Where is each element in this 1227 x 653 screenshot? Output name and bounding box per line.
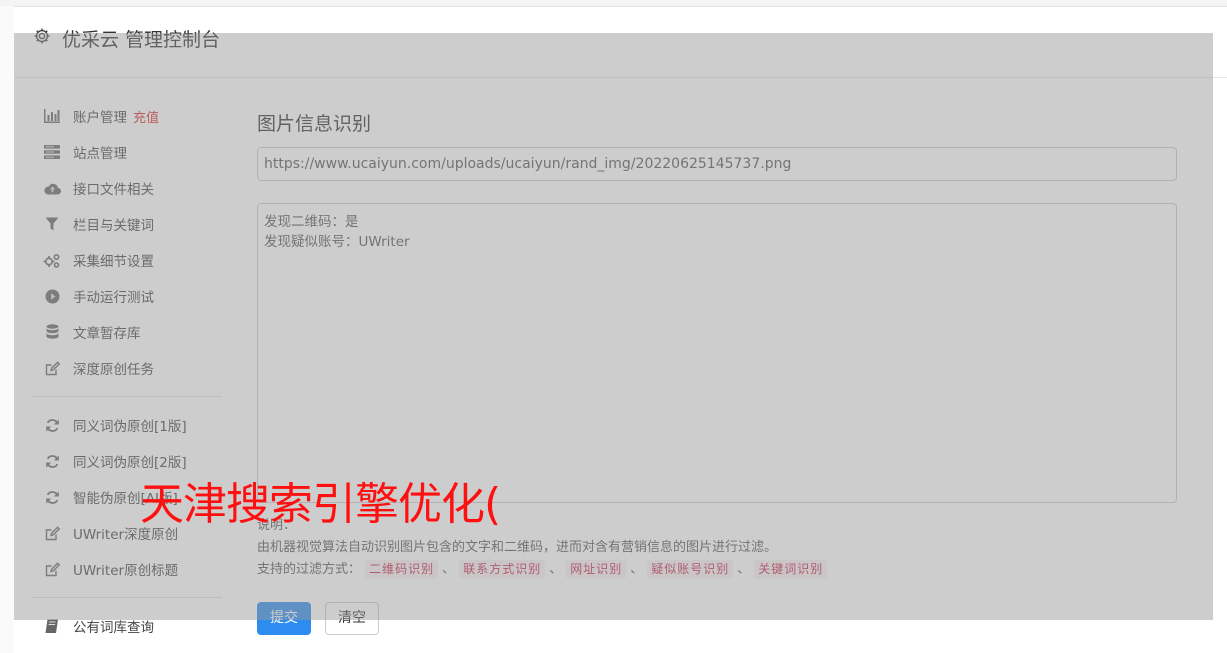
edit-icon [43, 560, 61, 578]
filter-tag-qrcode: 二维码识别 [365, 560, 439, 579]
play-circle-icon [43, 287, 61, 305]
sidebar-item-article-storage[interactable]: 文章暂存库 [30, 318, 225, 346]
sidebar-item-label: 采集细节设置 [73, 254, 154, 270]
sidebar-item-synonym-v1[interactable]: 同义词伪原创[1版] [30, 411, 225, 439]
refresh-icon [43, 452, 61, 470]
sidebar-item-columns-keywords[interactable]: 栏目与关键词 [30, 210, 225, 238]
sidebar-item-label: 同义词伪原创[1版] [73, 419, 187, 435]
sidebar-item-label: 公有词库查询 [73, 620, 154, 636]
filter-methods-label: 支持的过滤方式： [257, 562, 362, 577]
cloud-upload-icon [43, 179, 61, 197]
sidebar-item-label: 栏目与关键词 [73, 218, 154, 234]
sidebar-item-manual-test[interactable]: 手动运行测试 [30, 282, 225, 310]
filter-icon [43, 215, 61, 233]
sidebar-item-label: 手动运行测试 [73, 290, 154, 306]
edit-icon [43, 524, 61, 542]
sidebar-item-label: 接口文件相关 [73, 182, 154, 198]
sidebar-item-label: 账户管理 [73, 110, 127, 126]
refresh-icon [43, 488, 61, 506]
server-icon [43, 143, 61, 161]
sidebar-item-label: 文章暂存库 [73, 326, 141, 342]
separator: 、 [442, 562, 456, 577]
clear-button[interactable]: 清空 [325, 602, 379, 635]
sidebar-item-public-lexicon[interactable]: 公有词库查询 [30, 612, 225, 640]
sidebar-item-deep-original-task[interactable]: 深度原创任务 [30, 354, 225, 382]
cogs-icon [43, 251, 61, 269]
sidebar-item-uwriter-title[interactable]: UWriter原创标题 [30, 555, 225, 583]
database-icon [43, 323, 61, 341]
filter-tag-contact: 联系方式识别 [459, 560, 546, 579]
description-text: 由机器视觉算法自动识别图片包含的文字和二维码，进而对含有营销信息的图片进行过滤。 [257, 540, 778, 555]
page-header: 优采云 管理控制台 [14, 7, 1227, 77]
left-edge [0, 6, 14, 653]
refresh-icon [43, 416, 61, 434]
edit-icon [43, 359, 61, 377]
result-textarea[interactable]: 发现二维码：是 发现疑似账号：UWriter [257, 203, 1177, 503]
submit-button[interactable]: 提交 [257, 602, 311, 635]
filter-methods: 支持的过滤方式： 二维码识别、联系方式识别、网址识别、疑似账号识别、关键词识别 [257, 559, 828, 581]
sidebar-divider [32, 597, 222, 598]
gear-icon [33, 27, 51, 45]
filter-tag-url: 网址识别 [566, 560, 627, 579]
app-title: 优采云 管理控制台 [62, 29, 221, 51]
separator: 、 [549, 562, 563, 577]
result-line-qrcode: 发现二维码：是 [264, 214, 359, 230]
sidebar-item-sites[interactable]: 站点管理 [30, 138, 225, 166]
sidebar-item-account[interactable]: 账户管理 充值 [30, 102, 225, 130]
sidebar-item-label: UWriter原创标题 [73, 563, 179, 579]
sidebar-item-api-files[interactable]: 接口文件相关 [30, 174, 225, 202]
result-line-account: 发现疑似账号：UWriter [264, 234, 410, 250]
separator: 、 [737, 562, 751, 577]
recharge-link[interactable]: 充值 [133, 107, 159, 126]
sidebar-divider [32, 396, 222, 397]
image-url-input[interactable]: https://www.ucaiyun.com/uploads/ucaiyun/… [257, 147, 1177, 181]
separator: 、 [630, 562, 644, 577]
page-title: 图片信息识别 [257, 113, 372, 135]
book-icon [43, 617, 61, 635]
bar-chart-icon [43, 107, 61, 125]
filter-tag-keyword: 关键词识别 [754, 560, 828, 579]
header-divider [14, 77, 1227, 78]
sidebar-item-label: 深度原创任务 [73, 362, 154, 378]
filter-tag-suspect-account: 疑似账号识别 [647, 560, 734, 579]
sidebar-item-collect-settings[interactable]: 采集细节设置 [30, 246, 225, 274]
sidebar-item-label: 站点管理 [73, 146, 127, 162]
watermark-text: 天津搜索引擎优化( [140, 479, 501, 530]
